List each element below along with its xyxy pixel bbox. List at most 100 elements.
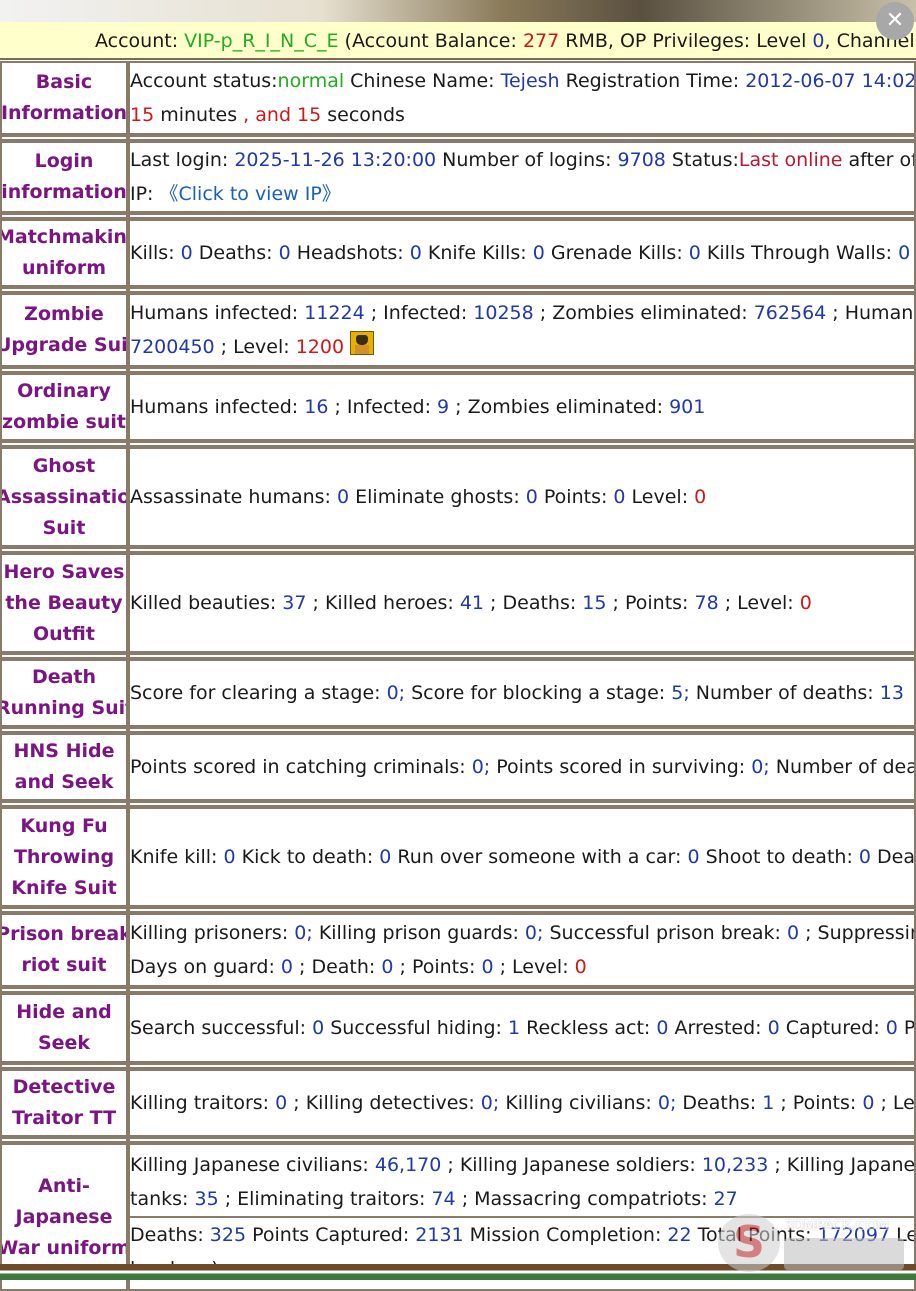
stat-label: Knife Kills: (421, 242, 533, 264)
table-row-ordinary-zombie: Ordinary zombie suit Humans infected: 16… (0, 373, 916, 441)
stat-label: Grenade Kills: (544, 242, 689, 264)
row-label-zombie-upgrade: Zombie Upgrade Suit (0, 293, 128, 367)
table-row-death-running: Death Running Suit Score for clearing a … (0, 659, 916, 727)
stat-value: 0 (799, 592, 812, 614)
stat-value: 15 (582, 592, 607, 614)
stat-label: Killing civilians: (499, 1092, 658, 1114)
stat-label: ; Killed heroes: (306, 592, 460, 614)
stat-label: ; Humans kille (832, 302, 916, 324)
stat-label: Knife kill: (130, 846, 224, 868)
stat-label: Days on guard: (130, 956, 281, 978)
stat-value: 0 (574, 956, 587, 978)
stat-value: 1200 (295, 336, 345, 358)
player-avatar-icon (350, 331, 375, 355)
stat-label: ; Suppressing ri (805, 922, 914, 944)
table-row-detective: Detective Traitor TT Killing traitors: 0… (0, 1069, 916, 1137)
stat-label: Successful prison break: (543, 922, 787, 944)
row-label-hero: Hero Saves the Beauty Outfit (0, 553, 128, 653)
stat-label: Number of deaths: (689, 682, 880, 704)
row-content-ghost: Assassinate humans: 0 Eliminate ghosts: … (128, 447, 916, 547)
stat-value: 0 (481, 956, 494, 978)
stat-label: ; Zombies eliminated: (533, 302, 754, 324)
stat-label: Kick to death: (235, 846, 380, 868)
stat-label: Number of deaths: (775, 756, 916, 778)
view-ip-link[interactable]: 《Click to view IP》 (160, 183, 341, 205)
stat-label: Successful hiding: (324, 1017, 508, 1039)
stat-label: ; Level: (214, 336, 296, 358)
stat-value: 22 (667, 1224, 692, 1246)
stats-table: Basic Information Account status:normal … (0, 61, 916, 1291)
stat-label: Mission Completion: (463, 1224, 668, 1246)
stat-label: ; Level: (880, 1092, 915, 1114)
stat-value: 10258 (473, 302, 534, 324)
stat-label: ; Points: (606, 592, 695, 614)
stat-label: ; Infected: (364, 302, 474, 324)
stat-label: Deaths: (130, 1224, 210, 1246)
stat-value: 0 (180, 242, 193, 264)
row-content-ordinary-zombie: Humans infected: 16 ; Infected: 9 ; Zomb… (128, 373, 916, 441)
stat-label: Reckless act: (520, 1017, 657, 1039)
stat-value: 0 (278, 242, 291, 264)
online-status: Last online (738, 149, 843, 171)
stat-label: Level: (625, 486, 695, 508)
table-row-zombie-upgrade: Zombie Upgrade Suit Humans infected: 112… (0, 293, 916, 367)
stat-value: 35 (194, 1188, 219, 1210)
stat-value: 0; (524, 922, 544, 944)
stat-value: 0 (898, 242, 911, 264)
account-status: normal (277, 70, 345, 92)
stat-label: Deaths: (192, 242, 279, 264)
table-row-prison: Prison break riot suit Killing prisoners… (0, 913, 916, 987)
stat-value: 0; (294, 922, 313, 944)
registration-time: 2012-06-07 14:02:00 (745, 70, 916, 92)
row-label-basic: Basic Information (0, 61, 128, 135)
table-row-kungfu: Kung Fu Throwing Knife Suit Knife kill: … (0, 807, 916, 907)
stat-value: 325 (209, 1224, 247, 1246)
stat-label: Assassinate humans: (130, 486, 337, 508)
stat-label: Score for blocking a stage: (405, 682, 672, 704)
row-label-ordinary-zombie: Ordinary zombie suit (0, 373, 128, 441)
stat-value: 0; (480, 1092, 500, 1114)
stat-value: 0 (381, 956, 394, 978)
stat-value: 0 (379, 846, 392, 868)
stat-label: Killing Japanese civilians: (130, 1154, 375, 1176)
table-row-login: Login information Last login: 2025-11-26… (0, 141, 916, 213)
stat-value: 2131 (415, 1224, 464, 1246)
stat-value: 46,170 (374, 1154, 442, 1176)
stat-label: ; Deaths: (484, 592, 583, 614)
stat-label: Eliminate ghosts: (349, 486, 526, 508)
stat-value: 37 (282, 592, 307, 614)
stat-value: 0 (409, 242, 422, 264)
stat-label: Run over someone with a car: (391, 846, 688, 868)
balance-value: 277 (522, 30, 560, 52)
close-icon[interactable]: ✕ (876, 2, 914, 40)
row-label-death-running: Death Running Suit (0, 659, 128, 727)
stat-value: 78 (694, 592, 719, 614)
stat-label: Points: (903, 1017, 915, 1039)
stat-label: Kills t (910, 242, 914, 264)
stat-label: Killing traitors: (130, 1092, 276, 1114)
op-level-label: RMB, OP Privileges: Level (559, 30, 813, 52)
table-row-matchmaking: Matchmaking uniform Kills: 0 Deaths: 0 H… (0, 219, 916, 287)
stat-value: 0 (223, 846, 236, 868)
stat-value: 0 (694, 486, 707, 508)
row-label-kungfu: Kung Fu Throwing Knife Suit (0, 807, 128, 907)
row-label-prison: Prison break riot suit (0, 913, 128, 987)
row-label-login: Login information (0, 141, 128, 213)
stat-value: 0 (275, 1092, 288, 1114)
stat-label: ; Infected: (328, 396, 438, 418)
last-login-time: 2025-11-26 13:20:00 (234, 149, 437, 171)
stat-label: ; Killing Japanese soldiers: (441, 1154, 702, 1176)
stat-value: 0 (525, 486, 538, 508)
stat-value: 1 (507, 1017, 521, 1039)
row-content-login: Last login: 2025-11-26 13:20:00 Number o… (128, 141, 916, 213)
row-content-hero: Killed beauties: 37 ; Killed heroes: 41 … (128, 553, 916, 653)
row-content-detective: Killing traitors: 0 ; Killing detectives… (128, 1069, 916, 1137)
stat-label: Kills Through Walls: (700, 242, 899, 264)
stat-label: ; Killing detectives: (287, 1092, 481, 1114)
stat-label: tanks: (130, 1188, 195, 1210)
watermark-emblem-icon: S (718, 1214, 780, 1272)
stat-value: 0 (280, 956, 293, 978)
stat-value: 5; (671, 682, 690, 704)
stat-label: Killing prisoners: (130, 922, 295, 944)
stat-value: 0; (471, 756, 491, 778)
